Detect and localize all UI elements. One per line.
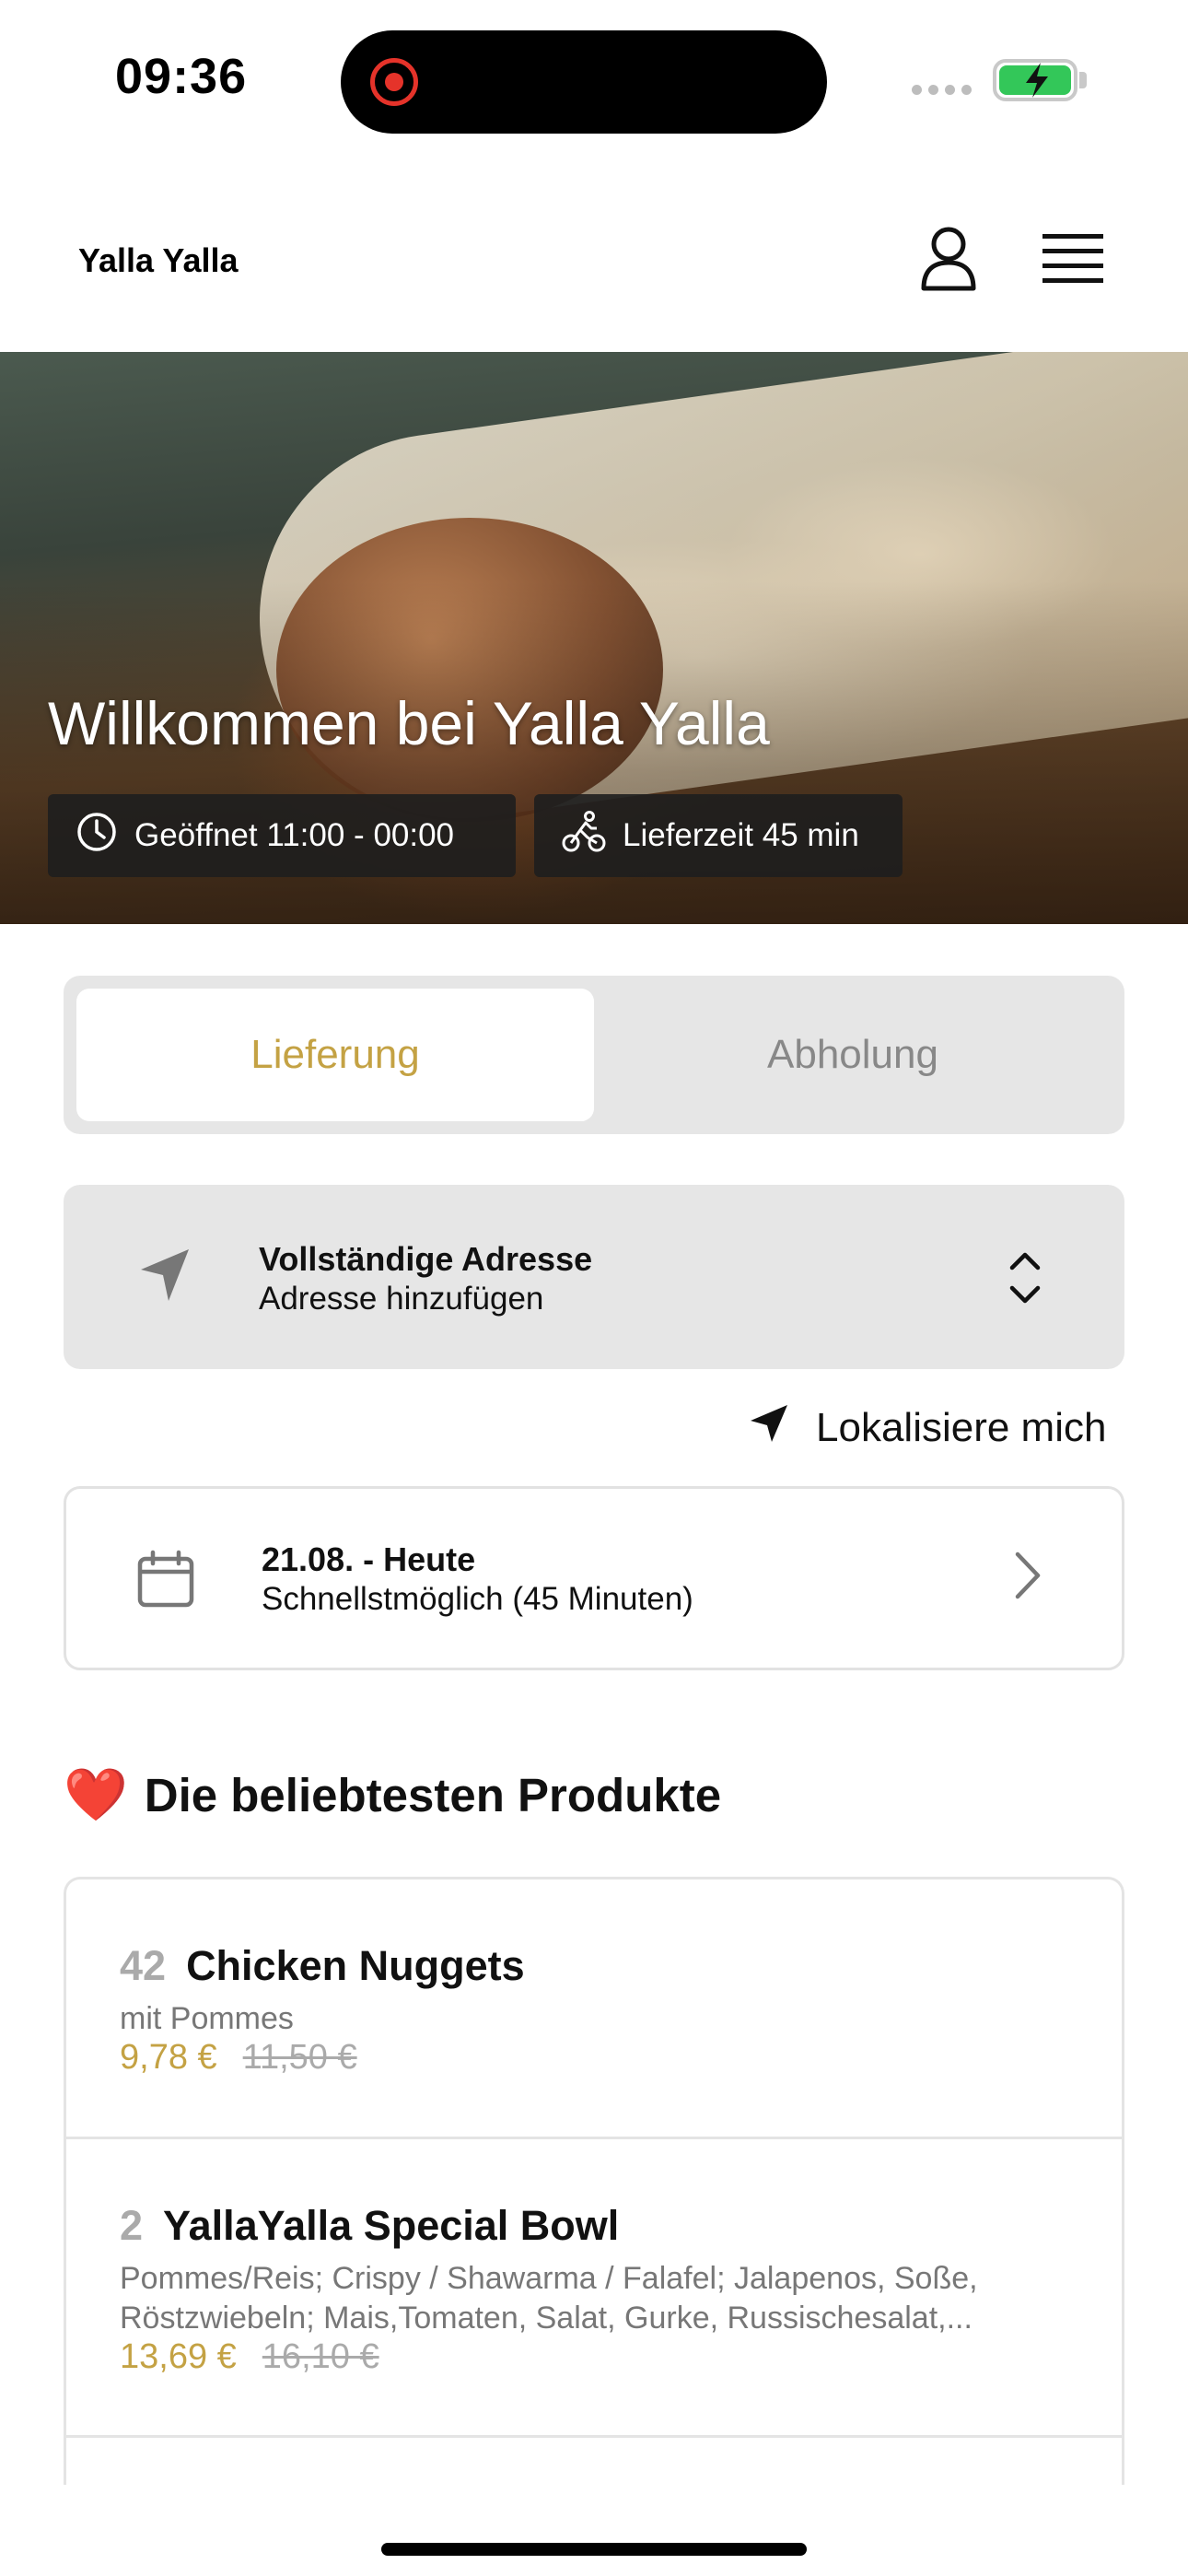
recording-icon	[370, 58, 418, 106]
home-indicator[interactable]	[381, 2543, 807, 2556]
opening-hours-chip: Geöffnet 11:00 - 00:00	[48, 794, 516, 877]
bicycle-courier-icon	[562, 810, 606, 862]
locate-me-button[interactable]: Lokalisiere mich	[748, 1400, 1106, 1456]
product-description: Pommes/Reis; Crispy / Shawarma / Falafel…	[120, 2261, 978, 2336]
opening-hours-text: Geöffnet 11:00 - 00:00	[134, 817, 455, 853]
dynamic-island	[341, 30, 827, 134]
chevron-right-icon	[1011, 1550, 1044, 1606]
product-number: 42	[120, 1942, 167, 1989]
delivery-time-text: Lieferzeit 45 min	[623, 817, 859, 853]
delivery-time-chip: Lieferzeit 45 min	[534, 794, 903, 877]
product-number: 2	[120, 2202, 144, 2249]
locate-me-label: Lokalisiere mich	[816, 1405, 1107, 1450]
hero-banner: Willkommen bei Yalla Yalla Geöffnet 11:0…	[0, 352, 1188, 924]
battery-icon	[993, 59, 1077, 101]
hero-title: Willkommen bei Yalla Yalla	[48, 689, 770, 757]
product-price-row: 9,78 € 11,50 €	[120, 2038, 357, 2078]
hamburger-menu-icon[interactable]	[1042, 232, 1103, 286]
schedule-date: 21.08. - Heute	[262, 1540, 476, 1578]
popular-products-heading: ❤️ Die beliebtesten Produkte	[64, 1764, 721, 1825]
product-old-price: 16,10 €	[262, 2337, 379, 2376]
product-description: mit Pommes	[120, 2001, 294, 2036]
status-time: 09:36	[115, 49, 248, 104]
navigation-arrow-icon	[137, 1246, 192, 1309]
product-price: 9,78 €	[120, 2038, 217, 2077]
clock-icon	[76, 811, 118, 861]
popular-products-title: Die beliebtesten Produkte	[144, 1768, 722, 1821]
delivery-time-selector[interactable]: 21.08. - Heute Schnellstmöglich (45 Minu…	[64, 1486, 1124, 1670]
location-arrow-icon	[748, 1402, 790, 1455]
order-mode-toggle: Lieferung Abholung	[64, 976, 1124, 1134]
product-name: YallaYalla Special Bowl	[163, 2202, 620, 2249]
product-old-price: 11,50 €	[242, 2038, 357, 2077]
product-item[interactable]: 2 YallaYalla Special Bowl Pommes/Reis; C…	[66, 2139, 1122, 2438]
status-bar: 09:36	[0, 0, 1188, 157]
brand-name[interactable]: Yalla Yalla	[78, 241, 239, 280]
schedule-time: Schnellstmöglich (45 Minuten)	[262, 1581, 693, 1617]
user-icon[interactable]	[919, 226, 978, 292]
product-price-row: 13,69 € 16,10 €	[120, 2337, 379, 2377]
app-header: Yalla Yalla	[0, 175, 1188, 352]
heart-icon: ❤️	[64, 1765, 128, 1823]
address-selector[interactable]: Vollständige Adresse Adresse hinzufügen	[64, 1185, 1124, 1369]
address-title: Vollständige Adresse	[259, 1240, 593, 1278]
calendar-icon	[136, 1550, 195, 1613]
signal-icon	[912, 85, 972, 95]
chevron-up-down-icon	[1007, 1249, 1043, 1311]
tab-delivery[interactable]: Lieferung	[76, 989, 594, 1121]
product-list: 42 Chicken Nuggets mit Pommes 9,78 € 11,…	[64, 1877, 1124, 2485]
product-name: Chicken Nuggets	[186, 1942, 525, 1989]
battery-cap	[1079, 72, 1087, 88]
product-item[interactable]: 42 Chicken Nuggets mit Pommes 9,78 € 11,…	[66, 1879, 1122, 2139]
product-price: 13,69 €	[120, 2337, 237, 2376]
address-subtitle: Adresse hinzufügen	[259, 1281, 544, 1317]
tab-pickup[interactable]: Abholung	[594, 989, 1112, 1121]
